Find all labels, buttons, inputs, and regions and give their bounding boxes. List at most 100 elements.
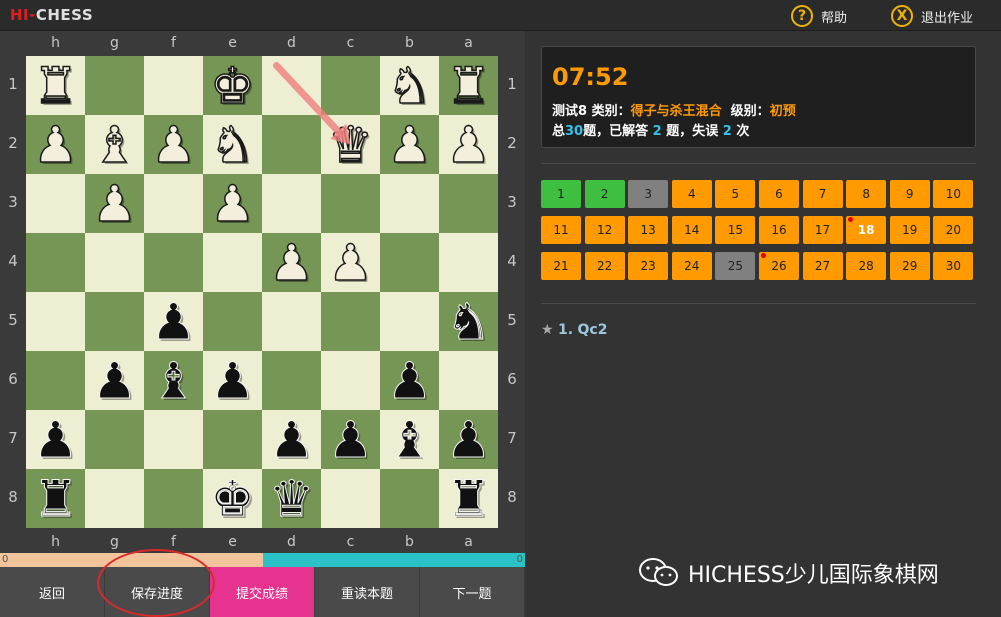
square-h8[interactable]: ♜ [26,469,85,528]
square-f6[interactable]: ♝ [144,351,203,410]
move-notation[interactable]: Qc2 [578,322,608,338]
question-button-29[interactable]: 29 [889,252,930,280]
square-d7[interactable]: ♟ [262,410,321,469]
back-button[interactable]: 返回 [0,567,105,617]
square-b1[interactable]: ♞ [380,56,439,115]
square-g6[interactable]: ♟ [85,351,144,410]
square-c3[interactable] [321,174,380,233]
square-d4[interactable]: ♟ [262,233,321,292]
black-king-icon[interactable]: ♚ [210,473,256,524]
question-button-7[interactable]: 7 [802,180,843,208]
white-pawn-icon[interactable]: ♟ [91,178,137,230]
question-button-10[interactable]: 10 [933,180,974,208]
square-a4[interactable] [439,233,498,292]
square-g2[interactable]: ♝ [85,115,144,174]
square-c7[interactable]: ♟ [321,410,380,469]
question-button-2[interactable]: 2 [584,180,625,208]
square-c6[interactable] [321,351,380,410]
square-b6[interactable]: ♟ [380,351,439,410]
square-f8[interactable] [144,469,203,528]
white-king-icon[interactable]: ♚ [209,60,255,112]
square-g1[interactable] [85,56,144,115]
square-h2[interactable]: ♟ [26,115,85,174]
question-button-9[interactable]: 9 [889,180,930,208]
black-pawn-icon[interactable]: ♟ [446,414,492,465]
question-button-6[interactable]: 6 [758,180,799,208]
question-button-21[interactable]: 21 [541,252,581,280]
question-button-25[interactable]: 25 [715,252,756,280]
save-progress-button[interactable]: 保存进度 [105,567,210,617]
square-c2[interactable]: ♛ [321,115,380,174]
question-button-20[interactable]: 20 [933,216,974,244]
square-a8[interactable]: ♜ [439,469,498,528]
square-e8[interactable]: ♚ [203,469,262,528]
white-pawn-icon[interactable]: ♟ [268,237,314,289]
white-rook-icon[interactable]: ♜ [32,60,78,112]
square-f5[interactable]: ♟ [144,292,203,351]
square-a1[interactable]: ♜ [439,56,498,115]
square-e5[interactable] [203,292,262,351]
white-pawn-icon[interactable]: ♟ [327,237,373,289]
square-e2[interactable]: ♞ [203,115,262,174]
white-knight-icon[interactable]: ♞ [209,119,255,171]
square-c8[interactable] [321,469,380,528]
black-queen-icon[interactable]: ♛ [269,473,315,524]
question-button-11[interactable]: 11 [541,216,581,244]
square-e6[interactable]: ♟ [203,351,262,410]
square-f2[interactable]: ♟ [144,115,203,174]
question-button-5[interactable]: 5 [715,180,756,208]
white-queen-icon[interactable]: ♛ [327,119,373,171]
square-g5[interactable] [85,292,144,351]
square-g3[interactable]: ♟ [85,174,144,233]
question-button-23[interactable]: 23 [628,252,669,280]
question-button-26[interactable]: 26 [758,252,799,280]
square-b2[interactable]: ♟ [380,115,439,174]
square-c4[interactable]: ♟ [321,233,380,292]
black-rook-icon[interactable]: ♜ [33,473,79,524]
help-button[interactable]: ? 帮助 [791,4,847,28]
square-f4[interactable] [144,233,203,292]
square-e1[interactable]: ♚ [203,56,262,115]
white-pawn-icon[interactable]: ♟ [445,119,491,171]
white-pawn-icon[interactable]: ♟ [32,119,78,171]
question-button-27[interactable]: 27 [802,252,843,280]
question-button-3[interactable]: 3 [628,180,669,208]
question-button-12[interactable]: 12 [584,216,625,244]
black-bishop-icon[interactable]: ♝ [151,355,197,406]
question-button-28[interactable]: 28 [846,252,887,280]
chess-board[interactable]: ♜ ♚ ♞ ♜ ♟ ♝ ♟ ♞ ♛ ♟ ♟ ♟ ♟ ♟ ♟ ♟ ♞ ♟ ♝ ♟ ♟ ♟ ♟ ♟ ♝ ♟ ♜ ♚ ♛ ♜ [26,56,498,528]
square-d2[interactable] [262,115,321,174]
black-pawn-icon[interactable]: ♟ [328,414,374,465]
square-a5[interactable]: ♞ [439,292,498,351]
square-h3[interactable] [26,174,85,233]
question-button-16[interactable]: 16 [758,216,799,244]
square-d1[interactable] [262,56,321,115]
white-bishop-icon[interactable]: ♝ [91,119,137,171]
black-pawn-icon[interactable]: ♟ [33,414,79,465]
question-button-22[interactable]: 22 [584,252,625,280]
square-b3[interactable] [380,174,439,233]
exit-assignment-button[interactable]: X 退出作业 [891,4,973,28]
square-f7[interactable] [144,410,203,469]
question-button-30[interactable]: 30 [933,252,974,280]
square-f3[interactable] [144,174,203,233]
white-knight-icon[interactable]: ♞ [386,60,432,112]
white-pawn-icon[interactable]: ♟ [386,119,432,171]
square-h7[interactable]: ♟ [26,410,85,469]
square-g8[interactable] [85,469,144,528]
white-rook-icon[interactable]: ♜ [445,60,491,112]
square-h5[interactable] [26,292,85,351]
next-question-button[interactable]: 下一题 [420,567,525,617]
question-button-13[interactable]: 13 [628,216,669,244]
black-pawn-icon[interactable]: ♟ [387,355,433,406]
question-button-17[interactable]: 17 [802,216,843,244]
square-f1[interactable] [144,56,203,115]
black-pawn-icon[interactable]: ♟ [92,355,138,406]
question-button-15[interactable]: 15 [715,216,756,244]
square-e7[interactable] [203,410,262,469]
question-button-14[interactable]: 14 [671,216,712,244]
square-d6[interactable] [262,351,321,410]
black-rook-icon[interactable]: ♜ [446,473,492,524]
square-e3[interactable]: ♟ [203,174,262,233]
square-b4[interactable] [380,233,439,292]
